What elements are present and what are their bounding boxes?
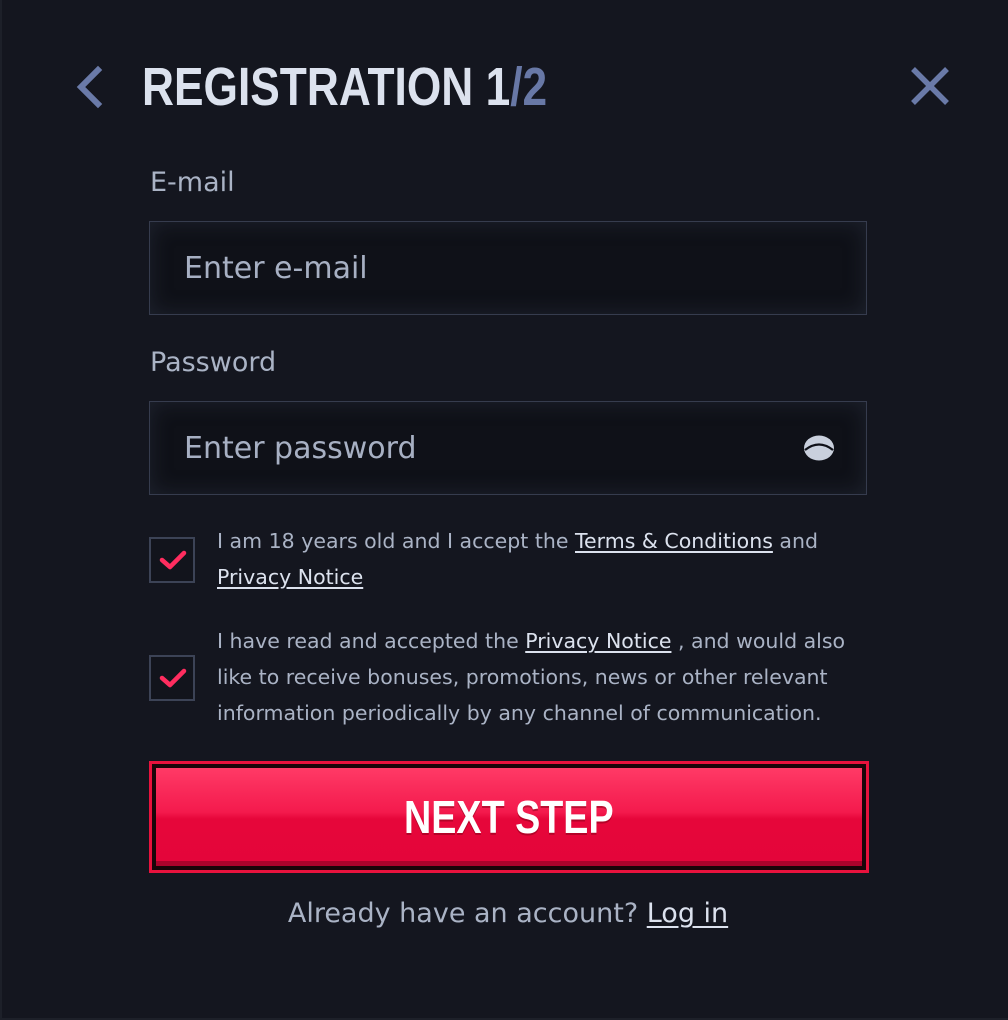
checkmark-icon bbox=[159, 550, 187, 570]
password-label: Password bbox=[150, 347, 277, 378]
consent-text: and bbox=[772, 529, 818, 553]
password-field-box bbox=[149, 401, 867, 495]
title-text: REGISTRATION bbox=[142, 57, 474, 117]
step-total: 2 bbox=[522, 57, 548, 117]
checkmark-icon bbox=[159, 668, 187, 688]
password-input[interactable] bbox=[184, 402, 784, 494]
marketing-consent-text: I have read and accepted the Privacy Not… bbox=[217, 623, 857, 731]
back-button[interactable] bbox=[70, 62, 114, 112]
next-step-button[interactable]: NEXT STEP bbox=[149, 761, 869, 873]
consent-text: I have read and accepted the bbox=[217, 629, 526, 653]
registration-modal: REGISTRATION 1/2 E-mail Password I am 18… bbox=[0, 0, 1008, 1020]
step-current: 1 bbox=[485, 57, 511, 117]
privacy-notice-link[interactable]: Privacy Notice bbox=[525, 629, 671, 653]
terms-consent-text: I am 18 years old and I accept the Terms… bbox=[217, 523, 857, 595]
terms-link[interactable]: Terms & Conditions bbox=[575, 529, 773, 553]
eye-icon bbox=[804, 435, 834, 461]
page-title: REGISTRATION 1/2 bbox=[142, 52, 547, 122]
login-link[interactable]: Log in bbox=[647, 898, 728, 929]
chevron-left-icon bbox=[76, 65, 103, 109]
login-prompt-text: Already have an account? bbox=[287, 898, 647, 929]
consent-text: I am 18 years old and I accept the bbox=[217, 529, 575, 553]
show-password-button[interactable] bbox=[802, 434, 836, 464]
close-icon bbox=[911, 67, 949, 105]
privacy-notice-link[interactable]: Privacy Notice bbox=[217, 565, 363, 589]
step-separator: / bbox=[510, 57, 523, 117]
terms-checkbox[interactable] bbox=[149, 537, 195, 583]
next-step-button-face: NEXT STEP bbox=[156, 768, 862, 866]
login-prompt: Already have an account? Log in bbox=[0, 898, 1008, 929]
marketing-checkbox[interactable] bbox=[149, 655, 195, 701]
email-label: E-mail bbox=[150, 167, 235, 198]
email-field-box bbox=[149, 221, 867, 315]
email-input[interactable] bbox=[184, 222, 784, 314]
close-button[interactable] bbox=[904, 62, 956, 112]
next-step-label: NEXT STEP bbox=[404, 791, 614, 843]
